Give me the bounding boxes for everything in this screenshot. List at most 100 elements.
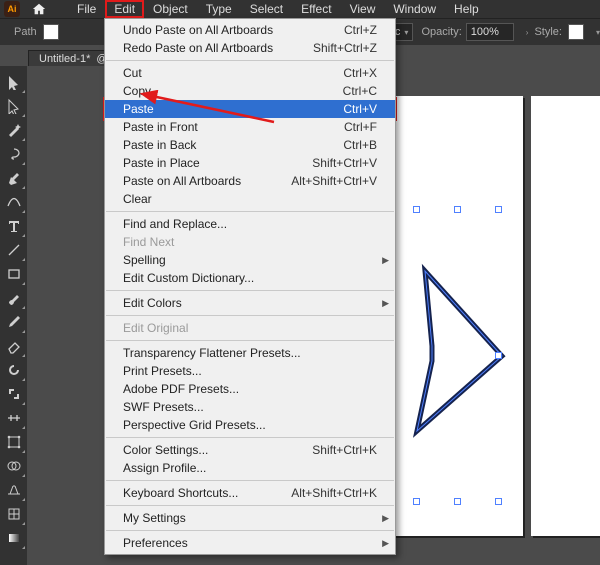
menu-item-label: Preferences bbox=[123, 536, 377, 550]
submenu-arrow-icon: ▶ bbox=[382, 538, 389, 549]
menu-item-clear[interactable]: Clear bbox=[105, 190, 395, 208]
document-title: Untitled-1* bbox=[39, 53, 90, 65]
tool-direct-selection[interactable] bbox=[1, 94, 26, 118]
menubar-item-effect[interactable]: Effect bbox=[292, 0, 340, 18]
menu-separator bbox=[106, 480, 394, 481]
menu-item-color-settings[interactable]: Color Settings...Shift+Ctrl+K bbox=[105, 441, 395, 459]
menu-item-paste-in-front[interactable]: Paste in FrontCtrl+F bbox=[105, 118, 395, 136]
menu-item-perspective-grid-presets[interactable]: Perspective Grid Presets... bbox=[105, 416, 395, 434]
tool-free-transform[interactable] bbox=[1, 430, 26, 454]
submenu-arrow-icon: ▶ bbox=[382, 513, 389, 524]
tool-gradient[interactable] bbox=[1, 526, 26, 550]
menu-item-label: SWF Presets... bbox=[123, 400, 377, 414]
menu-item-edit-colors[interactable]: Edit Colors▶ bbox=[105, 294, 395, 312]
opacity-field[interactable]: 100% bbox=[466, 23, 514, 41]
menu-item-label: Undo Paste on All Artboards bbox=[123, 23, 344, 37]
selection-handle[interactable] bbox=[454, 498, 461, 505]
tool-pencil[interactable] bbox=[1, 310, 26, 334]
menu-item-label: Paste in Place bbox=[123, 156, 312, 170]
tool-selection[interactable] bbox=[1, 70, 26, 94]
menu-item-cut[interactable]: CutCtrl+X bbox=[105, 64, 395, 82]
tool-eraser[interactable] bbox=[1, 334, 26, 358]
selection-handle[interactable] bbox=[495, 206, 502, 213]
menu-item-find-and-replace[interactable]: Find and Replace... bbox=[105, 215, 395, 233]
menu-item-paste-in-place[interactable]: Paste in PlaceShift+Ctrl+V bbox=[105, 154, 395, 172]
menubar-item-object[interactable]: Object bbox=[144, 0, 197, 18]
tool-pen[interactable] bbox=[1, 166, 26, 190]
tool-curvature[interactable] bbox=[1, 190, 26, 214]
menu-separator bbox=[106, 530, 394, 531]
home-icon[interactable] bbox=[32, 2, 46, 16]
menu-item-transparency-flattener-presets[interactable]: Transparency Flattener Presets... bbox=[105, 344, 395, 362]
menu-item-label: Clear bbox=[123, 192, 377, 206]
menu-item-shortcut: Alt+Shift+Ctrl+K bbox=[291, 486, 377, 500]
tool-line[interactable] bbox=[1, 238, 26, 262]
menu-item-label: Edit Custom Dictionary... bbox=[123, 271, 377, 285]
menubar-item-edit[interactable]: Edit bbox=[105, 0, 144, 18]
menu-item-shortcut: Ctrl+C bbox=[343, 84, 377, 98]
menu-item-label: Redo Paste on All Artboards bbox=[123, 41, 313, 55]
selection-handle[interactable] bbox=[495, 498, 502, 505]
style-swatch[interactable] bbox=[568, 24, 584, 40]
menu-item-label: Perspective Grid Presets... bbox=[123, 418, 377, 432]
menu-item-keyboard-shortcuts[interactable]: Keyboard Shortcuts...Alt+Shift+Ctrl+K bbox=[105, 484, 395, 502]
selection-handle[interactable] bbox=[413, 498, 420, 505]
opacity-label: Opacity: bbox=[421, 26, 461, 38]
tool-rectangle[interactable] bbox=[1, 262, 26, 286]
menu-item-label: Paste bbox=[123, 102, 343, 116]
menu-item-shortcut: Shift+Ctrl+K bbox=[312, 443, 377, 457]
tool-magic-wand[interactable] bbox=[1, 118, 26, 142]
tool-paintbrush[interactable] bbox=[1, 286, 26, 310]
menubar-item-file[interactable]: File bbox=[68, 0, 105, 18]
star-shape[interactable] bbox=[407, 216, 517, 516]
menu-item-my-settings[interactable]: My Settings▶ bbox=[105, 509, 395, 527]
menubar-item-window[interactable]: Window bbox=[384, 0, 445, 18]
menubar-item-help[interactable]: Help bbox=[445, 0, 488, 18]
menu-separator bbox=[106, 340, 394, 341]
menu-item-edit-custom-dictionary[interactable]: Edit Custom Dictionary... bbox=[105, 269, 395, 287]
menubar-item-type[interactable]: Type bbox=[197, 0, 241, 18]
menu-item-assign-profile[interactable]: Assign Profile... bbox=[105, 459, 395, 477]
menu-item-shortcut: Shift+Ctrl+Z bbox=[313, 41, 377, 55]
menu-separator bbox=[106, 211, 394, 212]
menu-item-paste-on-all-artboards[interactable]: Paste on All ArtboardsAlt+Shift+Ctrl+V bbox=[105, 172, 395, 190]
menu-item-shortcut: Shift+Ctrl+V bbox=[312, 156, 377, 170]
menu-item-shortcut: Ctrl+V bbox=[343, 102, 377, 116]
tool-mesh[interactable] bbox=[1, 502, 26, 526]
menu-item-label: Paste in Back bbox=[123, 138, 343, 152]
menu-item-label: Find and Replace... bbox=[123, 217, 377, 231]
tool-perspective-grid[interactable] bbox=[1, 478, 26, 502]
menu-item-shortcut: Ctrl+B bbox=[343, 138, 377, 152]
menu-item-label: Paste on All Artboards bbox=[123, 174, 291, 188]
selection-handle[interactable] bbox=[495, 352, 502, 359]
menu-separator bbox=[106, 290, 394, 291]
menu-item-adobe-pdf-presets[interactable]: Adobe PDF Presets... bbox=[105, 380, 395, 398]
selection-handle[interactable] bbox=[454, 206, 461, 213]
menu-item-paste-in-back[interactable]: Paste in BackCtrl+B bbox=[105, 136, 395, 154]
menu-item-spelling[interactable]: Spelling▶ bbox=[105, 251, 395, 269]
fill-swatch[interactable] bbox=[43, 24, 59, 40]
tool-rotate[interactable] bbox=[1, 358, 26, 382]
style-chevron-icon[interactable]: ▾ bbox=[596, 28, 600, 37]
tool-width[interactable] bbox=[1, 406, 26, 430]
menu-item-shortcut: Ctrl+F bbox=[344, 120, 377, 134]
menu-item-redo-paste-on-all-artboards[interactable]: Redo Paste on All ArtboardsShift+Ctrl+Z bbox=[105, 39, 395, 57]
menu-item-copy[interactable]: CopyCtrl+C bbox=[105, 82, 395, 100]
selection-handle[interactable] bbox=[413, 206, 420, 213]
menubar-item-select[interactable]: Select bbox=[241, 0, 292, 18]
tool-shape-builder[interactable] bbox=[1, 454, 26, 478]
menu-item-label: Paste in Front bbox=[123, 120, 344, 134]
menu-item-print-presets[interactable]: Print Presets... bbox=[105, 362, 395, 380]
opacity-chevron-icon[interactable]: › bbox=[526, 28, 529, 37]
menu-item-undo-paste-on-all-artboards[interactable]: Undo Paste on All ArtboardsCtrl+Z bbox=[105, 21, 395, 39]
tool-lasso[interactable] bbox=[1, 142, 26, 166]
menu-item-label: Copy bbox=[123, 84, 343, 98]
menu-item-label: Adobe PDF Presets... bbox=[123, 382, 377, 396]
menu-item-paste[interactable]: PasteCtrl+V bbox=[105, 100, 395, 118]
menu-item-label: Spelling bbox=[123, 253, 377, 267]
menubar-item-view[interactable]: View bbox=[341, 0, 385, 18]
menu-item-preferences[interactable]: Preferences ▶ bbox=[105, 534, 395, 552]
tool-scale[interactable] bbox=[1, 382, 26, 406]
menu-item-swf-presets[interactable]: SWF Presets... bbox=[105, 398, 395, 416]
tool-type[interactable] bbox=[1, 214, 26, 238]
